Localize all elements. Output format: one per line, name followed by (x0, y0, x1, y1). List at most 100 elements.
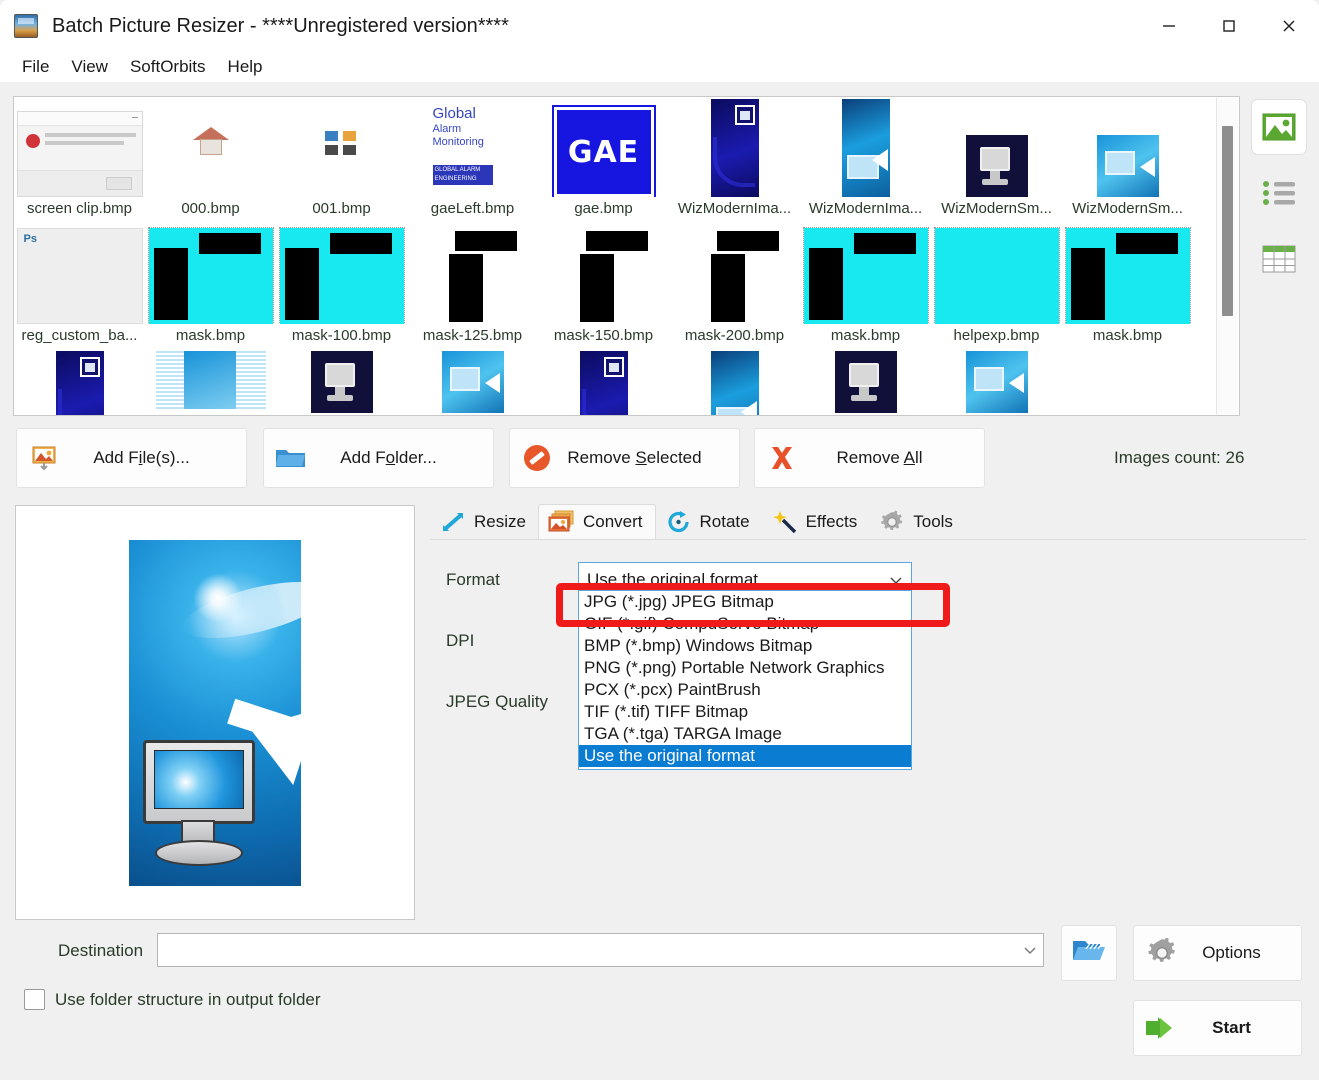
list-item[interactable]: Ps reg_custom_ba... (14, 224, 145, 351)
format-option-gif[interactable]: GIF (*.gif) CompuServe Bitmap (579, 613, 911, 635)
no-entry-icon (510, 443, 564, 473)
window-controls (1139, 0, 1319, 52)
format-option-tga[interactable]: TGA (*.tga) TARGA Image (579, 723, 911, 745)
tab-resize[interactable]: Resize (430, 504, 538, 540)
thumbnail-label: gae.bmp (574, 200, 633, 217)
format-option-tif[interactable]: TIF (*.tif) TIFF Bitmap (579, 701, 911, 723)
thumbnail-label: 001.bmp (312, 200, 371, 217)
list-item[interactable] (1062, 351, 1193, 415)
list-item[interactable] (145, 351, 276, 415)
list-item[interactable]: mask.bmp (800, 224, 931, 351)
menu-item-softorbits[interactable]: SoftOrbits (120, 55, 216, 79)
tab-effects[interactable]: Effects (762, 504, 870, 540)
destination-label: Destination (58, 941, 144, 960)
mask-art (147, 227, 274, 324)
add-files-button[interactable]: Add File(s)... (16, 428, 247, 488)
list-view-button[interactable] (1252, 166, 1306, 220)
details-view-button[interactable] (1252, 232, 1306, 286)
add-folder-button[interactable]: Add Folder... (263, 428, 494, 488)
wizard-modern-image-art (55, 351, 104, 415)
grid-icon (324, 131, 359, 157)
minimize-button[interactable] (1139, 0, 1199, 52)
images-count-label: Images count: 26 (1114, 448, 1245, 467)
remove-selected-button[interactable]: Remove Selected (509, 428, 740, 488)
list-item[interactable] (931, 351, 1062, 415)
list-item[interactable]: Global Alarm Monitoring GLOBAL ALARM ENGINE… (407, 97, 538, 224)
list-item[interactable]: mask-200.bmp (669, 224, 800, 351)
thumbnail-image: Ps (14, 224, 145, 324)
dpi-label: DPI (446, 631, 475, 650)
remove-all-button[interactable]: Remove All (754, 428, 985, 488)
maximize-button[interactable] (1199, 0, 1259, 52)
wizard-modern-image-art (579, 351, 628, 415)
list-item[interactable]: screen clip.bmp (14, 97, 145, 224)
mask-art (278, 227, 405, 324)
thumbnail-image (276, 351, 407, 415)
list-item[interactable]: WizModernSm... (1062, 97, 1193, 224)
format-option-bmp[interactable]: BMP (*.bmp) Windows Bitmap (579, 635, 911, 657)
thumbnail-label: screen clip.bmp (26, 200, 133, 217)
list-item[interactable] (669, 351, 800, 415)
close-icon (1283, 20, 1295, 32)
global-alarm-monitoring-art: Global Alarm Monitoring GLOBAL ALARM ENGINE… (425, 105, 521, 197)
menu-item-file[interactable]: File (12, 55, 59, 79)
green-arrow-icon (1134, 1015, 1190, 1041)
wizard-modern-small2-art (441, 351, 504, 413)
helpexp-art (933, 227, 1060, 324)
list-item[interactable]: 000.bmp (145, 97, 276, 224)
options-button[interactable]: Options (1133, 925, 1302, 981)
tab-convert-label: Convert (582, 512, 643, 531)
thumbnail-label: mask.bmp (1092, 327, 1163, 344)
format-dropdown-list[interactable]: JPG (*.jpg) JPEG Bitmap GIF (*.gif) Comp… (578, 590, 912, 770)
list-item[interactable] (14, 351, 145, 415)
maximize-icon (1223, 20, 1235, 32)
list-item[interactable]: WizModernIma... (669, 97, 800, 224)
format-option-pcx[interactable]: PCX (*.pcx) PaintBrush (579, 679, 911, 701)
list-item[interactable] (538, 351, 669, 415)
thumbnail-image (800, 224, 931, 324)
destination-input[interactable] (157, 933, 1044, 967)
chevron-down-icon (1024, 947, 1036, 954)
wizard-modern-image2-art (841, 99, 890, 197)
thumbnail-image (145, 97, 276, 197)
close-button[interactable] (1259, 0, 1319, 52)
list-item[interactable]: mask-100.bmp (276, 224, 407, 351)
browse-destination-button[interactable] (1061, 925, 1117, 981)
scrollbar-thumb[interactable] (1222, 126, 1233, 316)
format-option-png[interactable]: PNG (*.png) Portable Network Graphics (579, 657, 911, 679)
list-item[interactable] (800, 351, 931, 415)
tab-tools[interactable]: Tools (869, 504, 965, 540)
format-option-original[interactable]: Use the original format (579, 745, 911, 767)
list-item[interactable]: helpexp.bmp (931, 224, 1062, 351)
tab-rotate[interactable]: Rotate (656, 504, 762, 540)
minimize-icon (1163, 25, 1175, 27)
thumbnail-image (669, 224, 800, 324)
use-folder-structure-row[interactable]: Use folder structure in output folder (24, 989, 321, 1010)
list-item[interactable]: WizModernSm... (931, 97, 1062, 224)
thumbnail-view-button[interactable] (1252, 100, 1306, 154)
thumbnail-image (276, 97, 407, 197)
file-list-scrollbar[interactable] (1216, 98, 1238, 414)
image-icon (1262, 113, 1296, 141)
menu-item-help[interactable]: Help (218, 55, 273, 79)
magic-wand-icon (770, 509, 800, 535)
list-item[interactable]: mask.bmp (145, 224, 276, 351)
menu-bar: File View SoftOrbits Help (0, 52, 1319, 82)
tab-convert[interactable]: Convert (537, 504, 656, 540)
list-item[interactable] (276, 351, 407, 415)
list-item[interactable]: mask.bmp (1062, 224, 1193, 351)
start-button[interactable]: Start (1133, 1000, 1302, 1056)
file-list-panel[interactable]: screen clip.bmp 000.bmp 001.bmp Global A… (13, 96, 1240, 416)
chevron-down-icon (890, 577, 902, 584)
menu-item-view[interactable]: View (61, 55, 118, 79)
list-item[interactable]: mask-125.bmp (407, 224, 538, 351)
list-item[interactable]: 001.bmp (276, 97, 407, 224)
list-item[interactable]: WizModernIma... (800, 97, 931, 224)
list-item[interactable]: GAE gae.bmp (538, 97, 669, 224)
format-option-jpg[interactable]: JPG (*.jpg) JPEG Bitmap (579, 591, 911, 613)
list-item[interactable] (407, 351, 538, 415)
list-item[interactable]: mask-150.bmp (538, 224, 669, 351)
thumbnail-image (407, 224, 538, 324)
thumbnail-image (931, 351, 1062, 415)
use-folder-structure-checkbox[interactable] (24, 989, 45, 1010)
